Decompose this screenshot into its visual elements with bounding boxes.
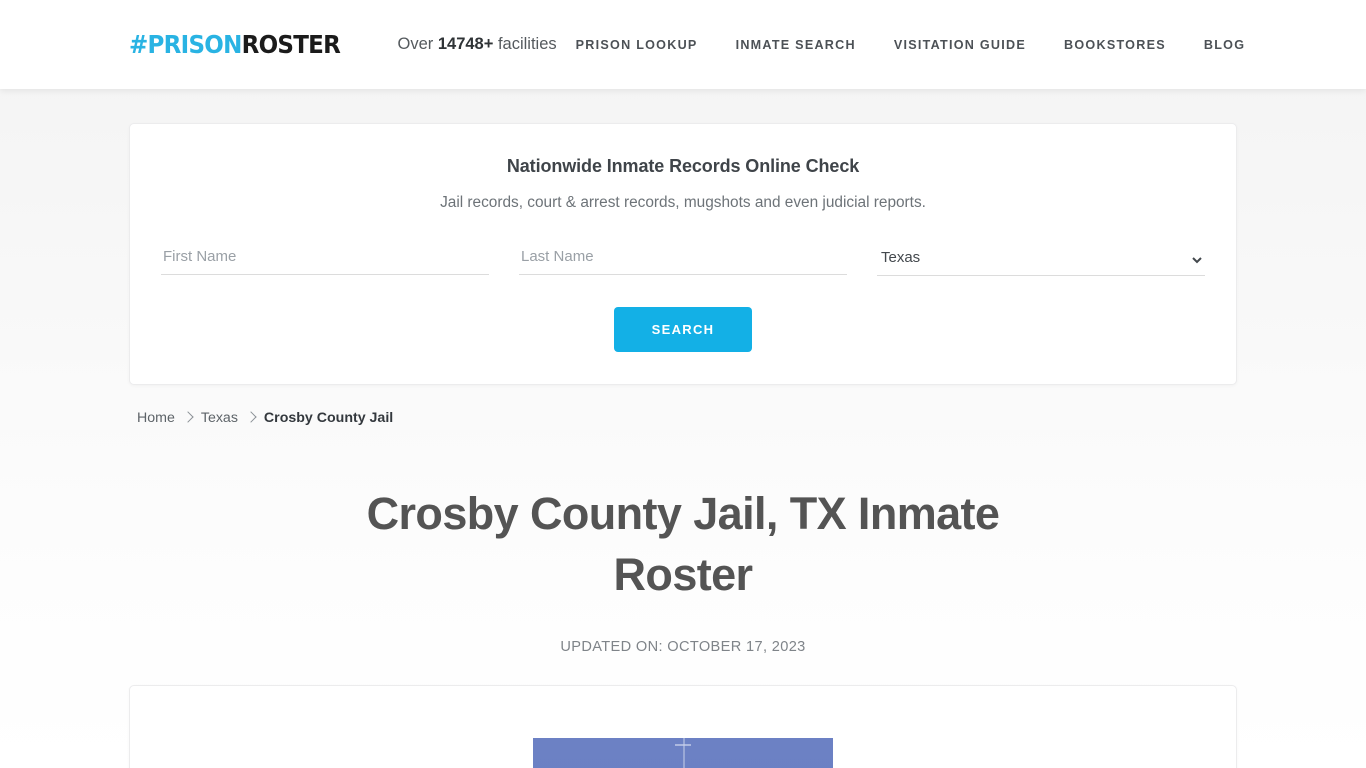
logo-hash-text: #PRISON bbox=[129, 30, 242, 59]
search-button[interactable]: SEARCH bbox=[613, 307, 753, 352]
facilities-suffix: facilities bbox=[493, 35, 557, 53]
inmate-search-form: Texas bbox=[160, 244, 1206, 276]
first-name-field-wrap bbox=[161, 244, 489, 276]
logo-roster-text: ROSTER bbox=[241, 30, 341, 59]
breadcrumb-item-home[interactable]: Home bbox=[137, 410, 175, 426]
updated-on-label: UPDATED ON: OCTOBER 17, 2023 bbox=[560, 638, 806, 655]
search-card-title: Nationwide Inmate Records Online Check bbox=[506, 156, 860, 176]
nav-item-prison-lookup[interactable]: PRISON LOOKUP bbox=[557, 38, 717, 52]
facility-content-card bbox=[129, 684, 1237, 768]
last-name-field-wrap bbox=[519, 244, 847, 276]
photo-crossbar-detail bbox=[675, 743, 691, 746]
nav-item-blog[interactable]: BLOG bbox=[1185, 38, 1245, 52]
last-name-input[interactable] bbox=[519, 244, 847, 275]
nav-item-visitation-guide[interactable]: VISITATION GUIDE bbox=[875, 38, 1045, 52]
page-wrap: Nationwide Inmate Records Online Check J… bbox=[129, 123, 1237, 768]
main-navigation: PRISON LOOKUP INMATE SEARCH VISITATION G… bbox=[557, 38, 1246, 52]
facility-photo bbox=[533, 737, 833, 768]
chevron-right-icon bbox=[245, 411, 257, 423]
breadcrumb-item-current: Crosby County Jail bbox=[263, 410, 394, 426]
state-select[interactable]: Texas bbox=[877, 244, 1205, 276]
nav-item-bookstores[interactable]: BOOKSTORES bbox=[1045, 38, 1185, 52]
facilities-prefix: Over bbox=[397, 35, 438, 53]
photo-pole-detail bbox=[683, 737, 685, 768]
site-header: #PRISONROSTER Over 14748+ facilities PRI… bbox=[0, 0, 1366, 89]
breadcrumb: Home Texas Crosby County Jail bbox=[129, 410, 1237, 426]
page-title: Crosby County Jail, TX Inmate Roster bbox=[366, 488, 1000, 600]
chevron-right-icon bbox=[182, 411, 194, 423]
state-field-wrap: Texas bbox=[877, 244, 1205, 276]
first-name-input[interactable] bbox=[161, 244, 489, 275]
facilities-count-label: Over 14748+ facilities bbox=[398, 35, 557, 54]
site-logo[interactable]: #PRISONROSTER bbox=[129, 30, 341, 59]
header-inner: #PRISONROSTER Over 14748+ facilities PRI… bbox=[129, 0, 1244, 89]
nav-item-inmate-search[interactable]: INMATE SEARCH bbox=[717, 38, 875, 52]
search-card-subtitle: Jail records, court & arrest records, mu… bbox=[440, 194, 926, 211]
inmate-search-card: Nationwide Inmate Records Online Check J… bbox=[129, 123, 1237, 385]
breadcrumb-item-texas[interactable]: Texas bbox=[201, 410, 238, 426]
facilities-number: 14748+ bbox=[437, 35, 494, 53]
